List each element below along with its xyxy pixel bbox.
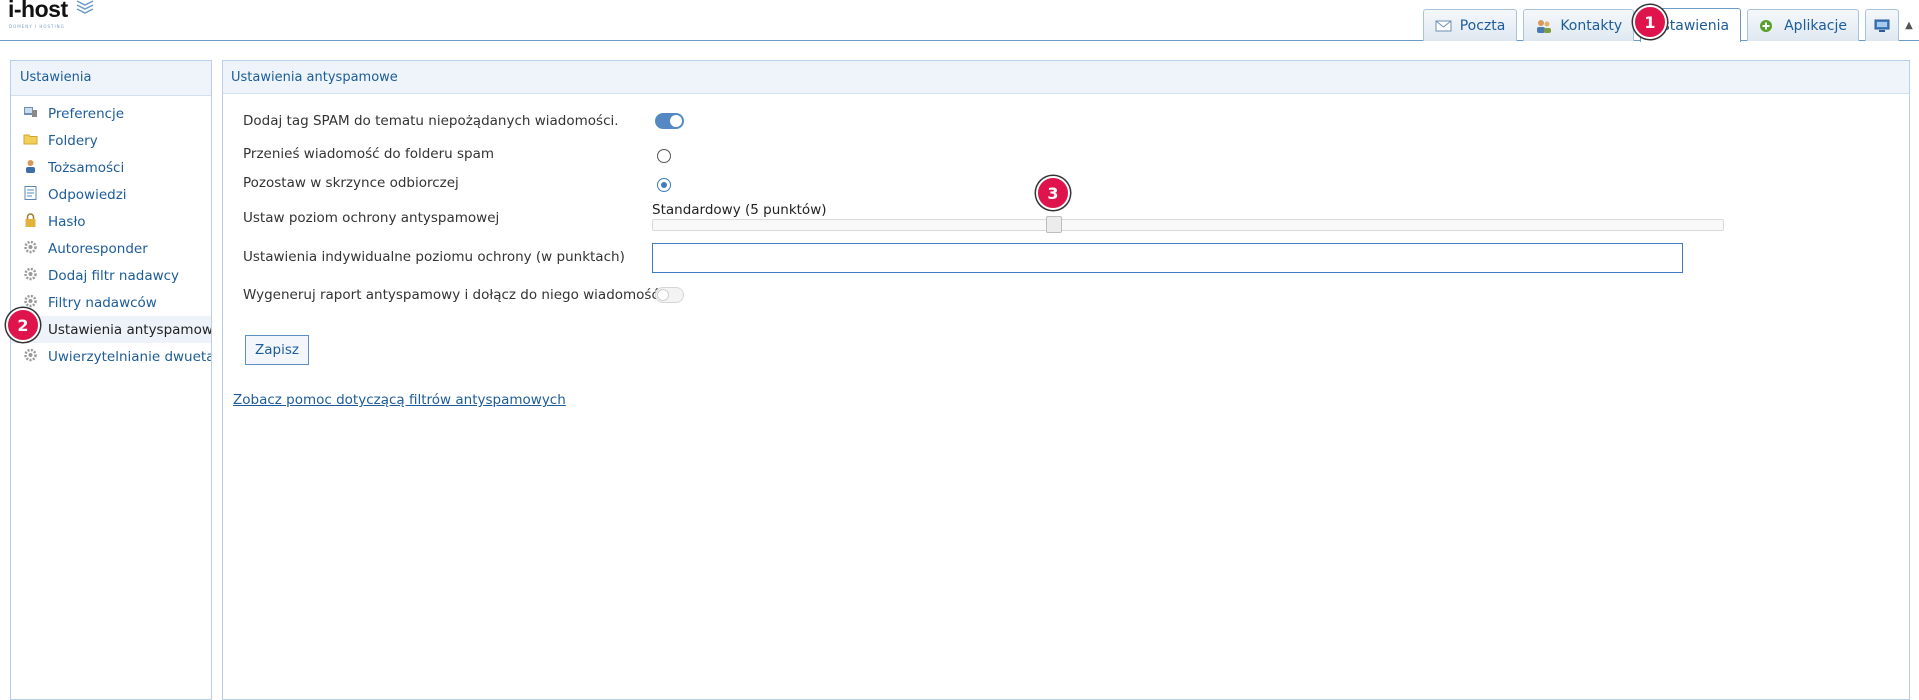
apps-plus-icon [1760,19,1773,32]
annotation-badge: 1 [1633,5,1667,39]
sidebar-item-label: Odpowiedzi [48,186,127,203]
tab-kontakty[interactable]: Kontakty [1523,9,1635,41]
folder-icon [23,134,38,145]
move-to-spam-radio[interactable] [657,149,671,163]
annotation-badge: 3 [1036,176,1070,210]
sidebar-item-label: Uwierzytelnianie dwuetapowe [48,348,211,365]
main-tabs: Poczta Kontakty Ustawienia Aplikacje ▲ [1417,7,1919,42]
sidebar-item-label: Preferencje [48,105,125,122]
lock-icon [25,213,36,227]
sidebar-item-foldery[interactable]: Foldery [11,127,211,154]
logo-layers-icon [76,0,94,14]
brand-tagline: DOMENY I HOSTING [9,24,65,29]
settings-sidebar: Ustawienia Preferencje Foldery Tożsamośc… [10,60,212,700]
brand-logo[interactable]: i-host [8,0,68,23]
antispam-help-link[interactable]: Zobacz pomoc dotyczącą filtrów antyspamo… [233,392,566,408]
sidebar-item-filtry-nadawcow[interactable]: Filtry nadawców [11,289,211,316]
sidebar-item-autoresponder[interactable]: Autoresponder [11,235,211,262]
protection-level-slider[interactable] [652,219,1724,231]
keep-in-inbox-radio[interactable] [657,178,671,192]
sidebar-title: Ustawienia [11,61,211,96]
tab-label: Aplikacje [1784,17,1847,34]
sidebar-item-haslo[interactable]: Hasło [11,208,211,235]
tab-poczta[interactable]: Poczta [1422,9,1518,41]
identity-icon [26,160,35,173]
display-settings-button[interactable] [1865,9,1899,41]
panel-title: Ustawienia antyspamowe [223,61,1909,94]
protection-level-value: Standardowy (5 punktów) [652,202,827,218]
antispam-settings-panel: Ustawienia antyspamowe Dodaj tag SPAM do… [222,60,1910,700]
tab-label: Kontakty [1560,17,1623,34]
monitor-icon [1874,19,1890,32]
sidebar-item-odpowiedzi[interactable]: Odpowiedzi [11,181,211,208]
protection-level-label: Ustaw poziom ochrony antyspamowej [243,210,500,226]
sidebar-item-label: Dodaj filtr nadawcy [48,267,180,284]
sidebar-item-antyspam[interactable]: Ustawienia antyspamowe [11,316,211,343]
sidebar-item-dodaj-filtr[interactable]: Dodaj filtr nadawcy [11,262,211,289]
app-header: i-host DOMENY I HOSTING Poczta Kontakty … [0,0,1919,42]
tab-aplikacje[interactable]: Aplikacje [1747,9,1859,41]
settings-nav: Preferencje Foldery Tożsamości Odpowiedz… [11,96,211,370]
sidebar-item-2fa[interactable]: Uwierzytelnianie dwuetapowe [11,343,211,370]
toggle-knob [657,289,669,301]
gear-icon [24,267,37,281]
report-label: Wygeneruj raport antyspamowy i dołącz do… [243,287,664,303]
move-to-spam-label: Przenieś wiadomość do folderu spam [243,146,495,162]
save-button[interactable]: Zapisz [245,335,309,365]
gear-icon [24,348,37,362]
preferences-icon [24,107,37,117]
report-toggle[interactable] [655,287,684,303]
annotation-badge: 2 [6,308,40,342]
sidebar-item-label: Ustawienia antyspamowe [48,321,211,338]
gear-icon [24,240,37,254]
collapse-header-button[interactable]: ▲ [1899,9,1919,41]
sidebar-item-label: Autoresponder [48,240,148,257]
sidebar-item-label: Hasło [48,213,86,230]
document-icon [24,186,37,200]
sidebar-item-label: Filtry nadawców [48,294,157,311]
keep-in-inbox-label: Pozostaw w skrzynce odbiorczej [243,175,459,191]
sidebar-item-preferencje[interactable]: Preferencje [11,100,211,127]
sidebar-item-tozsamosci[interactable]: Tożsamości [11,154,211,181]
gear-icon [24,294,37,308]
protection-level-slider-handle[interactable] [1046,216,1062,233]
individual-level-label: Ustawienia indywidualne poziomu ochrony … [243,249,625,265]
individual-level-input[interactable] [652,243,1683,273]
toggle-knob [670,115,682,127]
mail-icon [1435,20,1452,31]
tab-label: Poczta [1459,17,1506,34]
sidebar-item-label: Tożsamości [48,159,125,176]
sidebar-item-label: Foldery [48,132,98,149]
spam-tag-toggle[interactable] [655,113,684,129]
spam-tag-label: Dodaj tag SPAM do tematu niepożądanych w… [243,113,619,129]
contacts-icon [1537,19,1552,33]
caret-up-icon: ▲ [1905,19,1913,31]
